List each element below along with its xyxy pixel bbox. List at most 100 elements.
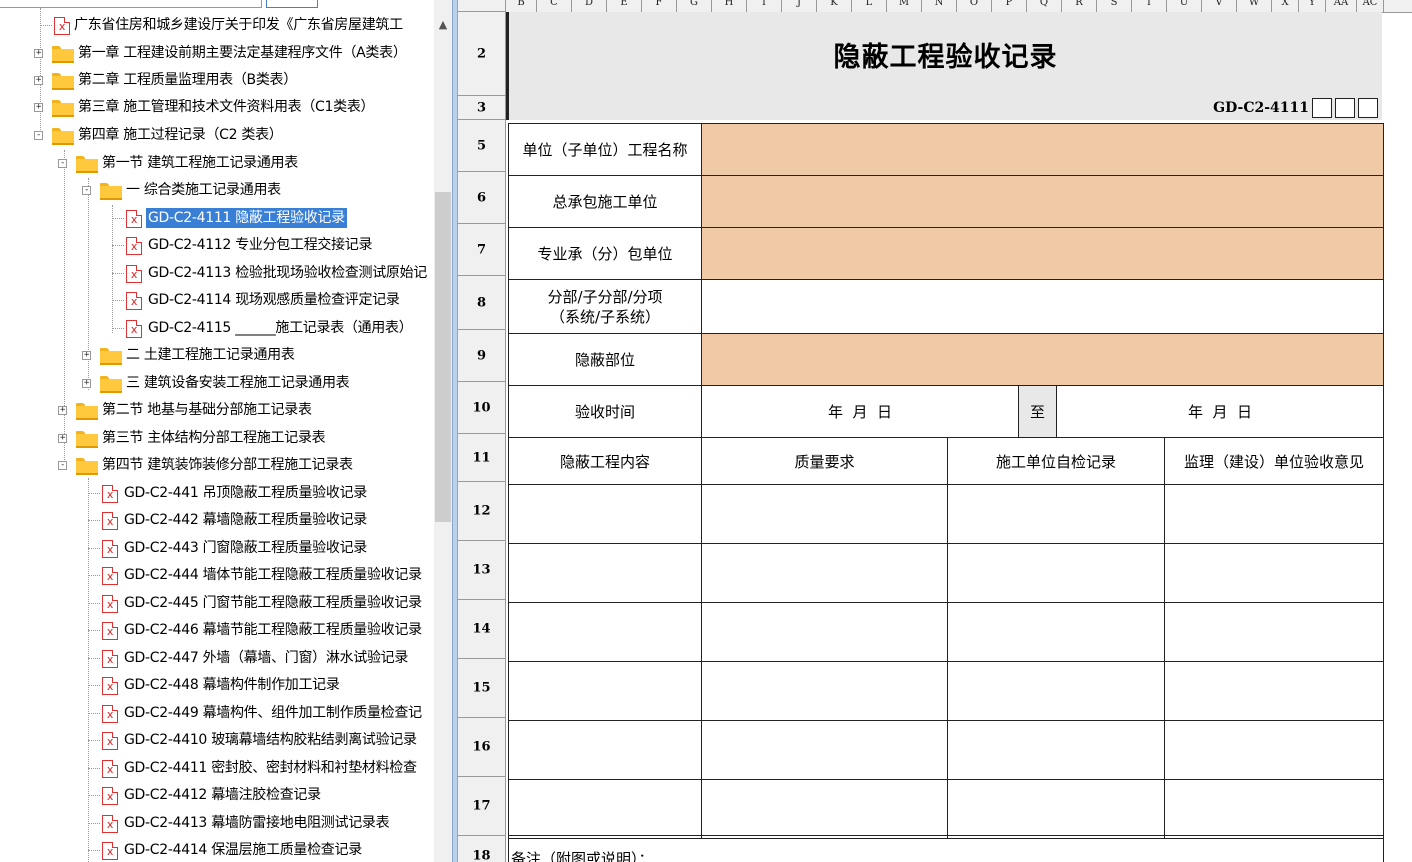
column-header[interactable]: AC [1357, 0, 1384, 12]
label-sub-contractor[interactable]: 专业承（分）包单位 [508, 227, 702, 280]
tree-item[interactable]: + 三 建筑设备安装工程施工记录通用表 [82, 370, 351, 396]
row-header[interactable]: 18 [458, 836, 505, 862]
table-header[interactable]: 监理（建设）单位验收意见 [1164, 437, 1384, 485]
tree-item[interactable]: + 第三节 主体结构分部工程施工记录表 [58, 425, 327, 451]
column-header[interactable]: N [922, 0, 957, 12]
column-header[interactable]: C [537, 0, 572, 12]
column-header[interactable]: X [1272, 0, 1299, 12]
tree-item[interactable]: x GD-C2-4413 幕墙防雷接地电阻测试记录表 [88, 810, 391, 836]
row-header[interactable]: 5 [458, 120, 505, 172]
table-cell[interactable] [508, 779, 702, 839]
tree-item[interactable]: x GD-C2-448 幕墙构件制作加工记录 [88, 672, 342, 698]
tree-item[interactable]: + 第一章 工程建设前期主要法定基建程序文件（A类表） [34, 40, 409, 66]
table-cell[interactable] [1164, 543, 1384, 603]
row-header[interactable]: 3 [458, 96, 505, 120]
column-header[interactable]: W [1237, 0, 1272, 12]
collapse-icon[interactable]: - [58, 159, 67, 168]
tree-item[interactable]: x GD-C2-446 幕墙节能工程隐蔽工程质量验收记录 [88, 617, 424, 643]
table-cell[interactable] [701, 779, 948, 839]
tree-item[interactable]: x GD-C2-449 幕墙构件、组件加工制作质量检查记 [88, 700, 424, 726]
tree-item[interactable]: x GD-C2-4414 保温层施工质量检查记录 [88, 837, 364, 862]
table-cell[interactable] [508, 661, 702, 721]
column-header[interactable]: F [642, 0, 677, 12]
table-cell[interactable] [508, 543, 702, 603]
column-header[interactable]: Q [1027, 0, 1062, 12]
tree-item[interactable]: x 广东省住房和城乡建设厅关于印发《广东省房屋建筑工 [40, 12, 405, 38]
tree-search-button[interactable] [266, 0, 318, 8]
table-cell[interactable] [701, 720, 948, 780]
table-cell[interactable] [701, 661, 948, 721]
table-cell[interactable] [1164, 661, 1384, 721]
code-box[interactable] [1312, 98, 1332, 118]
tree-item[interactable]: x GD-C2-442 幕墙隐蔽工程质量验收记录 [88, 507, 369, 533]
remarks-cell[interactable]: 备注（附图或说明）： [508, 835, 1384, 862]
general-contractor-input[interactable] [701, 175, 1384, 228]
table-cell[interactable] [947, 543, 1165, 603]
table-cell[interactable] [947, 661, 1165, 721]
table-header[interactable]: 施工单位自检记录 [947, 437, 1165, 485]
tree-item[interactable]: x GD-C2-4412 幕墙注胶检查记录 [88, 782, 323, 808]
column-header[interactable]: K [817, 0, 852, 12]
tree-search-input[interactable] [0, 0, 262, 8]
tree-item[interactable]: + 第三章 施工管理和技术文件资料用表（C1类表） [34, 94, 376, 120]
column-header[interactable]: AA [1326, 0, 1357, 12]
table-cell[interactable] [508, 602, 702, 662]
row-header[interactable]: 14 [458, 600, 505, 659]
collapse-icon[interactable]: - [82, 186, 91, 195]
row-header[interactable]: 8 [458, 276, 505, 330]
column-header[interactable]: T [1132, 0, 1167, 12]
column-header[interactable]: B [506, 0, 537, 12]
column-header[interactable]: H [712, 0, 747, 12]
table-cell[interactable] [701, 602, 948, 662]
column-header[interactable]: O [957, 0, 992, 12]
expand-icon[interactable]: + [58, 406, 67, 415]
row-header[interactable]: 13 [458, 541, 505, 600]
tree-item[interactable]: - 第四节 建筑装饰装修分部工程施工记录表 [58, 452, 355, 478]
code-cell[interactable]: GD-C2-4111 [506, 96, 1382, 120]
tree-item[interactable]: - 一 综合类施工记录通用表 [82, 177, 283, 203]
column-header[interactable]: G [677, 0, 712, 12]
table-cell[interactable] [701, 484, 948, 544]
row-header[interactable]: 6 [458, 172, 505, 224]
tree-item[interactable]: x GD-C2-441 吊顶隐蔽工程质量验收记录 [88, 480, 369, 506]
tree-item[interactable]: x GD-C2-4115 ______施工记录表（通用表） [112, 315, 414, 341]
label-general-contractor[interactable]: 总承包施工单位 [508, 175, 702, 228]
collapse-icon[interactable]: - [34, 131, 43, 140]
expand-icon[interactable]: + [34, 49, 43, 58]
hidden-location-input[interactable] [701, 333, 1384, 386]
row-header[interactable]: 15 [458, 659, 505, 718]
code-box[interactable] [1335, 98, 1355, 118]
table-cell[interactable] [1164, 484, 1384, 544]
date-from-input[interactable]: 年 月 日 [701, 385, 1019, 438]
table-cell[interactable] [947, 484, 1165, 544]
label-division[interactable]: 分部/子分部/分项 （系统/子系统） [508, 279, 702, 334]
row-header[interactable]: 10 [458, 382, 505, 434]
tree-item[interactable]: x GD-C2-445 门窗节能工程隐蔽工程质量验收记录 [88, 590, 424, 616]
column-header[interactable]: S [1097, 0, 1132, 12]
tree-item[interactable]: + 第二节 地基与基础分部施工记录表 [58, 397, 314, 423]
tree-item[interactable]: + 第二章 工程质量监理用表（B类表） [34, 67, 299, 93]
row-header[interactable]: 16 [458, 718, 505, 777]
expand-icon[interactable]: + [34, 76, 43, 85]
code-box[interactable] [1358, 98, 1378, 118]
title-cell[interactable]: 隐蔽工程验收记录 [506, 12, 1382, 96]
label-acceptance-time[interactable]: 验收时间 [508, 385, 702, 438]
expand-icon[interactable]: + [82, 379, 91, 388]
column-header[interactable]: Y [1299, 0, 1326, 12]
project-name-input[interactable] [701, 123, 1384, 176]
tree-item[interactable]: x GD-C2-4113 检验批现场验收检查测试原始记 [112, 260, 429, 286]
tree-item[interactable]: x GD-C2-447 外墙（幕墙、门窗）淋水试验记录 [88, 645, 410, 671]
tree-item[interactable]: x GD-C2-4112 专业分包工程交接记录 [112, 232, 374, 258]
expand-icon[interactable]: + [34, 103, 43, 112]
tree-item[interactable]: + 二 土建工程施工记录通用表 [82, 342, 297, 368]
select-all-corner[interactable] [458, 0, 506, 12]
division-input[interactable] [701, 279, 1384, 334]
row-header[interactable]: 7 [458, 224, 505, 276]
column-header[interactable]: P [992, 0, 1027, 12]
table-cell[interactable] [1164, 602, 1384, 662]
tree-item-selected[interactable]: x GD-C2-4111 隐蔽工程验收记录 [112, 205, 347, 231]
table-header[interactable]: 质量要求 [701, 437, 948, 485]
tree-item[interactable]: - 第四章 施工过程记录（C2 类表） [34, 122, 284, 148]
table-cell[interactable] [1164, 720, 1384, 780]
expand-icon[interactable]: + [58, 434, 67, 443]
